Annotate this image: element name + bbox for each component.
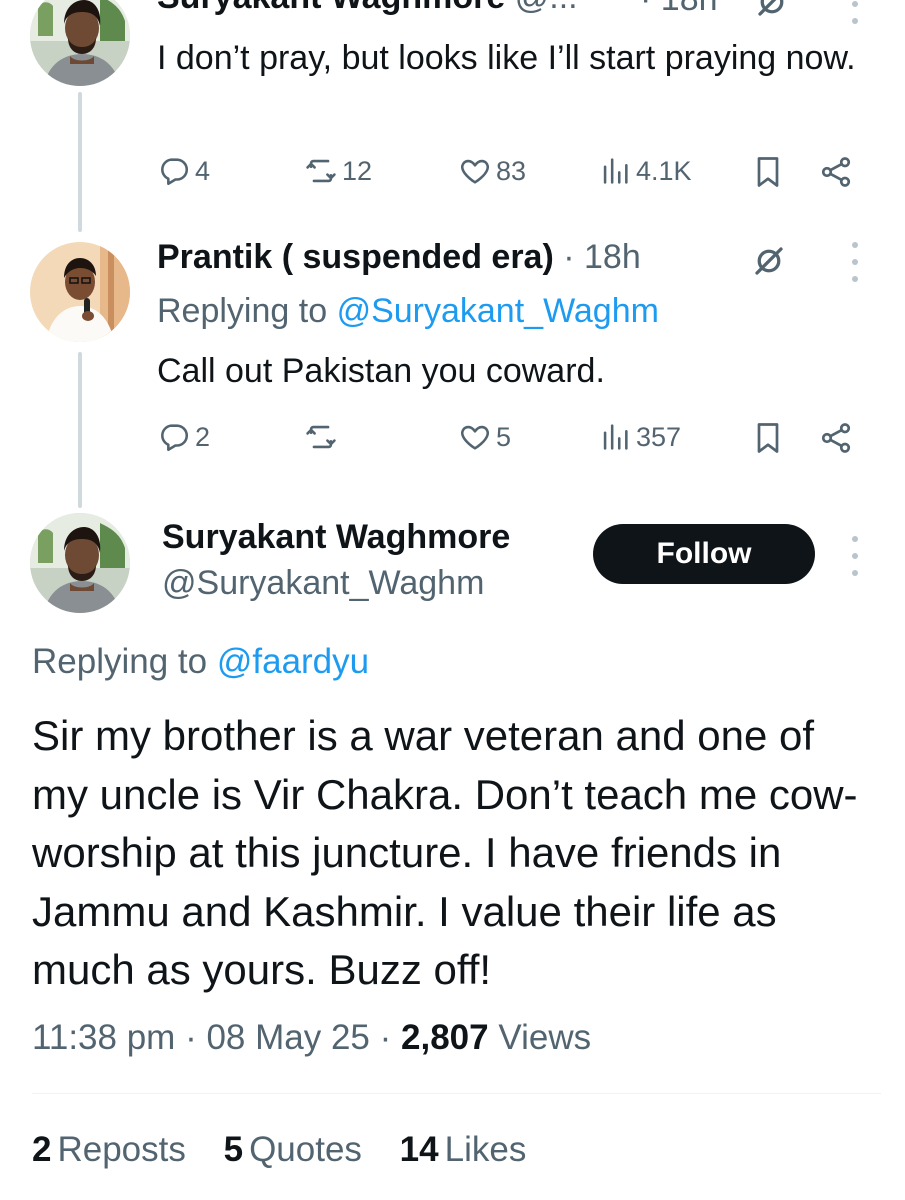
- reply-button[interactable]: 4: [157, 154, 210, 188]
- grok-icon[interactable]: [749, 241, 789, 281]
- reposts-count: 2: [32, 1130, 52, 1169]
- replying-handle-link[interactable]: @faardyu: [217, 642, 369, 681]
- bookmark-icon[interactable]: [748, 418, 788, 458]
- views-icon: [598, 154, 632, 188]
- reply-button[interactable]: 2: [157, 420, 210, 454]
- reply-text: I don’t pray, but looks like I’ll start …: [157, 39, 856, 77]
- repost-button[interactable]: 12: [304, 154, 372, 188]
- reply-header: Prantik ( suspended era) · 18h: [157, 238, 641, 276]
- heart-icon: [458, 420, 492, 454]
- views-label: Views: [498, 1018, 592, 1057]
- views-count: 4.1K: [636, 155, 692, 186]
- like-count: 5: [496, 421, 512, 452]
- follow-button[interactable]: Follow: [593, 524, 815, 584]
- grok-icon[interactable]: [752, 0, 792, 22]
- engagement-stats: 2 Reposts 5 Quotes 14 Likes: [32, 1130, 554, 1170]
- timestamp[interactable]: 18h: [584, 238, 641, 276]
- tweet-text: Sir my brother is a war veteran and one …: [32, 712, 858, 993]
- replying-to: Replying to @faardyu: [32, 642, 369, 682]
- repost-icon: [304, 154, 338, 188]
- replying-to: Replying to @Suryakant_Waghm: [157, 292, 659, 331]
- more-icon[interactable]: [851, 242, 859, 282]
- likes-count: 14: [399, 1130, 439, 1169]
- views-count: 2,807: [401, 1018, 489, 1057]
- likes-stat[interactable]: 14 Likes: [400, 1130, 527, 1169]
- quotes-stat[interactable]: 5 Quotes: [224, 1130, 362, 1169]
- reposts-stat[interactable]: 2 Reposts: [32, 1130, 186, 1169]
- likes-label: Likes: [444, 1130, 527, 1169]
- quotes-label: Quotes: [249, 1130, 362, 1169]
- author-handle: @...: [515, 0, 578, 16]
- reply-count: 4: [195, 155, 211, 186]
- more-icon[interactable]: [851, 536, 859, 576]
- reply-count: 2: [195, 421, 211, 452]
- author-name[interactable]: Prantik ( suspended era): [157, 238, 554, 276]
- thread-line: [78, 352, 82, 508]
- reply-timestamp[interactable]: · 18h: [640, 0, 718, 19]
- replying-label: Replying to: [32, 642, 208, 681]
- more-icon[interactable]: [851, 0, 859, 24]
- like-button[interactable]: 83: [458, 154, 526, 188]
- avatar[interactable]: [30, 242, 130, 342]
- views-count: 357: [636, 421, 682, 452]
- reply-icon: [157, 420, 191, 454]
- main-author-handle[interactable]: @Suryakant_Waghm: [162, 564, 484, 603]
- reply-icon: [157, 154, 191, 188]
- repost-icon: [304, 420, 338, 454]
- share-icon[interactable]: [816, 152, 856, 192]
- like-count: 83: [496, 155, 527, 186]
- repost-count: 12: [342, 155, 373, 186]
- replying-handle-link[interactable]: @Suryakant_Waghm: [337, 292, 659, 330]
- timestamp-text: 18h: [661, 0, 718, 18]
- divider: [32, 1093, 881, 1094]
- views-button[interactable]: 4.1K: [598, 154, 692, 188]
- tweet-time[interactable]: 11:38 pm: [32, 1018, 175, 1057]
- tweet-meta: 11:38 pm · 08 May 25 · 2,807 Views: [32, 1018, 592, 1057]
- replying-label: Replying to: [157, 292, 328, 330]
- views-button[interactable]: 357: [598, 420, 681, 454]
- reply-text: Call out Pakistan you coward.: [157, 352, 605, 390]
- reposts-label: Reposts: [57, 1130, 186, 1169]
- main-author-name[interactable]: Suryakant Waghmore: [162, 518, 510, 557]
- thread-line: [78, 92, 82, 232]
- like-button[interactable]: 5: [458, 420, 511, 454]
- avatar[interactable]: [30, 0, 130, 86]
- share-icon[interactable]: [816, 418, 856, 458]
- bookmark-icon[interactable]: [748, 152, 788, 192]
- quotes-count: 5: [223, 1130, 244, 1169]
- views-icon: [598, 420, 632, 454]
- tweet-date[interactable]: 08 May 25: [206, 1018, 369, 1057]
- repost-button[interactable]: [304, 420, 342, 454]
- author-name-text: Suryakant Waghmore: [157, 0, 505, 16]
- avatar[interactable]: [30, 513, 130, 613]
- heart-icon: [458, 154, 492, 188]
- reply-author-name[interactable]: Suryakant Waghmore @...: [157, 0, 578, 17]
